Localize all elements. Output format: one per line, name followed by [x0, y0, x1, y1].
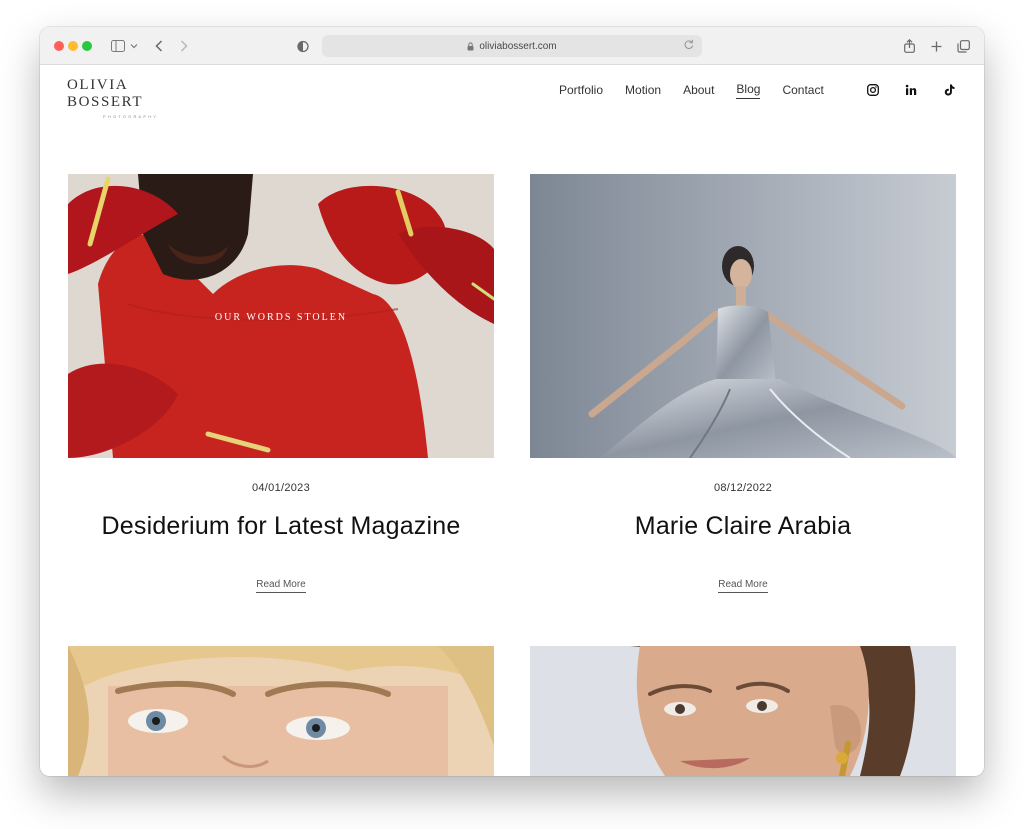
nav-contact[interactable]: Contact [782, 83, 823, 99]
nav-about[interactable]: About [683, 83, 714, 99]
chevron-down-icon[interactable] [129, 37, 139, 55]
post-title[interactable]: Desiderium for Latest Magazine [68, 512, 494, 541]
logo-tagline: PHOTOGRAPHY [103, 114, 159, 119]
share-icon[interactable] [902, 37, 916, 55]
nav-motion[interactable]: Motion [625, 83, 661, 99]
image-overlay-title: OUR WORDS STOLEN [214, 312, 348, 323]
instagram-icon[interactable] [866, 83, 880, 97]
sidebar-icon[interactable] [110, 37, 126, 55]
privacy-shield-icon[interactable] [296, 37, 310, 55]
address-url: oliviabossert.com [479, 40, 557, 52]
nav-portfolio[interactable]: Portfolio [559, 83, 603, 99]
post-image[interactable] [530, 174, 956, 458]
linkedin-icon[interactable] [904, 83, 918, 97]
post-date: 08/12/2022 [713, 482, 773, 494]
lock-icon [467, 41, 474, 51]
read-more-link[interactable]: Read More [530, 579, 956, 593]
tiktok-icon[interactable] [942, 83, 956, 97]
new-tab-icon[interactable] [929, 37, 943, 55]
back-icon[interactable] [152, 37, 166, 55]
website: OLIVIA BOSSERT PHOTOGRAPHY Portfolio Mot… [40, 65, 984, 776]
zoom-window-button[interactable] [82, 41, 92, 51]
nav-blog[interactable]: Blog [736, 82, 761, 99]
browser-window: oliviabossert.com OLIVIA BOSSERT PHOTOGR… [40, 27, 984, 776]
post-image[interactable] [530, 646, 956, 776]
post-image[interactable]: OUR WORDS STOLEN [68, 174, 494, 458]
minimize-window-button[interactable] [68, 41, 78, 51]
read-more-link[interactable]: Read More [68, 579, 494, 593]
browser-toolbar: oliviabossert.com [40, 27, 984, 65]
post-date: 04/01/2023 [251, 482, 311, 494]
logo-name: OLIVIA BOSSERT [67, 77, 144, 110]
address-bar[interactable]: oliviabossert.com [322, 35, 702, 57]
forward-icon[interactable] [177, 37, 191, 55]
close-window-button[interactable] [54, 41, 64, 51]
post-title[interactable]: Marie Claire Arabia [530, 512, 956, 541]
main-nav: Portfolio Motion About Blog Contact [559, 82, 846, 99]
tabs-icon[interactable] [955, 37, 971, 55]
site-logo[interactable]: OLIVIA BOSSERT PHOTOGRAPHY [67, 77, 207, 119]
post-image[interactable] [68, 646, 494, 776]
reload-icon[interactable] [684, 39, 694, 53]
